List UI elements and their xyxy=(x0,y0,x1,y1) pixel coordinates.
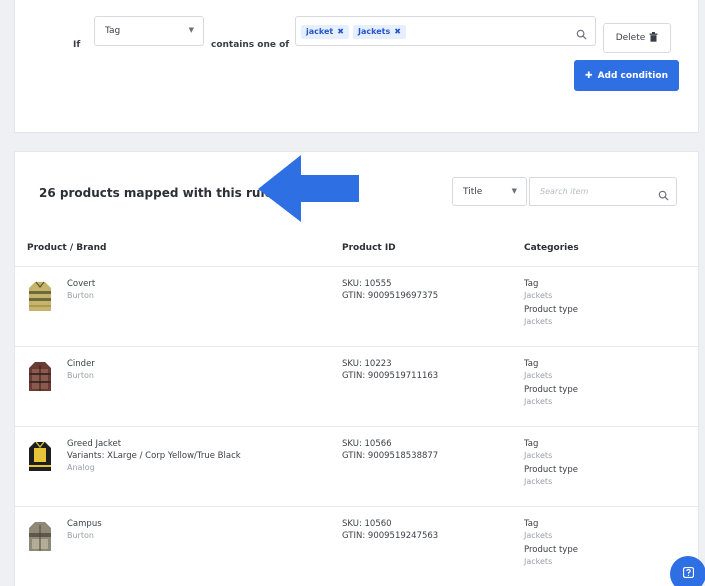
category-label: Tag xyxy=(524,359,539,369)
add-condition-label: Add condition xyxy=(597,70,668,81)
chevron-down-icon: ▼ xyxy=(511,187,517,195)
category-label: Tag xyxy=(524,439,539,449)
product-sku: SKU: 10223 xyxy=(342,359,392,369)
category-value: Jackets xyxy=(524,531,553,540)
product-name: Greed Jacket xyxy=(67,439,122,449)
category-label: Product type xyxy=(524,305,578,315)
category-value: Jackets xyxy=(524,557,553,566)
product-sku: SKU: 10566 xyxy=(342,439,392,449)
product-name: Covert xyxy=(67,279,96,289)
delete-button[interactable]: Delete xyxy=(603,23,671,53)
tag-chip: Jackets ✖ xyxy=(353,25,406,39)
category-value: Jackets xyxy=(524,371,553,380)
if-label: If xyxy=(73,40,81,50)
field-select[interactable]: Tag ▼ xyxy=(94,16,204,46)
sort-select-value: Title xyxy=(463,187,483,197)
product-search-input[interactable]: Search item xyxy=(529,177,677,206)
tag-chip-label: jacket xyxy=(306,27,334,36)
search-icon[interactable] xyxy=(658,186,669,205)
arrow-left-icon xyxy=(258,155,359,222)
product-gtin: GTIN: 9009519247563 xyxy=(342,531,439,541)
category-value: Jackets xyxy=(524,397,553,406)
delete-button-label: Delete xyxy=(615,33,646,43)
search-placeholder: Search item xyxy=(540,187,589,196)
product-sku: SKU: 10560 xyxy=(342,519,392,529)
add-condition-button[interactable]: ✚ Add condition xyxy=(574,60,679,91)
category-label: Product type xyxy=(524,545,578,555)
table-row[interactable]: Greed Jacket Variants: XLarge / Corp Yel… xyxy=(15,427,698,507)
product-name: Campus xyxy=(67,519,102,529)
product-name: Cinder xyxy=(67,359,95,369)
category-value: Jackets xyxy=(524,291,553,300)
category-label: Product type xyxy=(524,385,578,395)
operator-label: contains one of xyxy=(211,40,290,50)
product-brand: Burton xyxy=(67,531,94,540)
tag-values-input[interactable]: jacket ✖ Jackets ✖ xyxy=(295,16,596,46)
close-icon[interactable]: ✖ xyxy=(337,27,344,36)
trash-icon xyxy=(649,31,658,45)
category-label: Tag xyxy=(524,519,539,529)
table-row[interactable]: Cinder Burton SKU: 10223 GTIN: 900951971… xyxy=(15,347,698,427)
products-card: 26 products mapped with this rule Title … xyxy=(14,151,699,586)
product-gtin: GTIN: 9009518538877 xyxy=(342,451,439,461)
product-variant: Variants: XLarge / Corp Yellow/True Blac… xyxy=(67,451,241,461)
tag-chip-label: Jackets xyxy=(358,27,391,36)
help-icon xyxy=(682,566,694,581)
search-icon[interactable] xyxy=(576,25,587,44)
product-gtin: GTIN: 9009519711163 xyxy=(342,371,439,381)
table-row[interactable]: Campus Burton SKU: 10560 GTIN: 900951924… xyxy=(15,507,698,586)
help-button[interactable] xyxy=(670,556,705,586)
product-brand: Burton xyxy=(67,291,94,300)
product-thumbnail xyxy=(29,362,51,391)
rule-card: If Tag ▼ contains one of jacket ✖ Jackets… xyxy=(14,0,699,133)
product-brand: Analog xyxy=(67,463,95,472)
column-header-product[interactable]: Product / Brand xyxy=(27,243,106,253)
field-select-value: Tag xyxy=(105,26,121,36)
product-brand: Burton xyxy=(67,371,94,380)
category-label: Tag xyxy=(524,279,539,289)
mapped-products-title: 26 products mapped with this rule xyxy=(39,186,273,200)
product-sku: SKU: 10555 xyxy=(342,279,392,289)
category-value: Jackets xyxy=(524,477,553,486)
close-icon[interactable]: ✖ xyxy=(394,27,401,36)
tag-chip: jacket ✖ xyxy=(301,25,349,39)
plus-icon: ✚ xyxy=(585,70,593,81)
product-thumbnail xyxy=(29,281,51,311)
sort-select[interactable]: Title ▼ xyxy=(452,177,527,206)
category-label: Product type xyxy=(524,465,578,475)
table-row[interactable]: Covert Burton SKU: 10555 GTIN: 900951969… xyxy=(15,267,698,347)
product-thumbnail xyxy=(29,441,51,471)
column-header-categories[interactable]: Categories xyxy=(524,243,579,253)
chevron-down-icon: ▼ xyxy=(188,26,194,34)
product-gtin: GTIN: 9009519697375 xyxy=(342,291,439,301)
category-value: Jackets xyxy=(524,317,553,326)
product-thumbnail xyxy=(29,522,51,551)
category-value: Jackets xyxy=(524,451,553,460)
column-header-product-id[interactable]: Product ID xyxy=(342,243,396,253)
